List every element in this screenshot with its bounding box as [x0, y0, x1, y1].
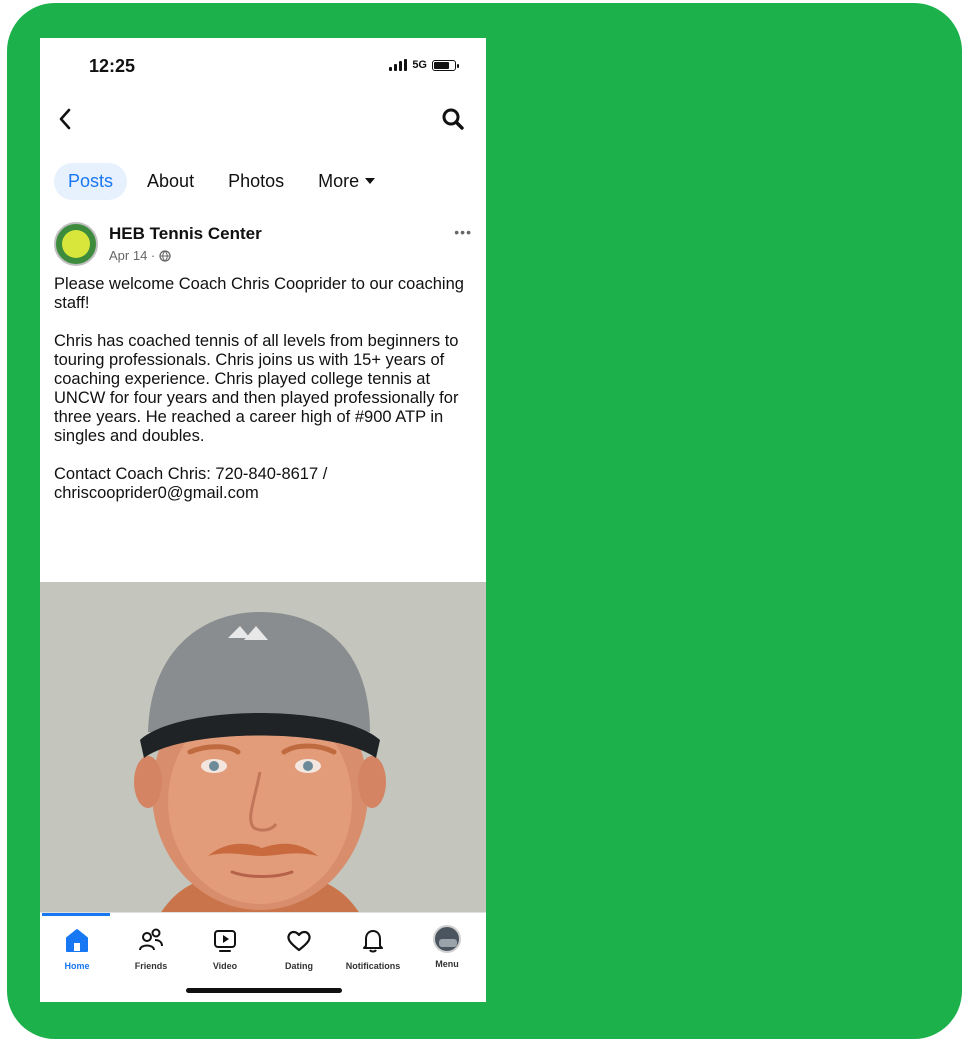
- page-tabs: Posts About Photos More: [54, 162, 395, 200]
- nav-menu[interactable]: Menu: [412, 925, 482, 969]
- home-indicator[interactable]: [186, 988, 342, 993]
- tab-more[interactable]: More: [304, 163, 389, 200]
- signal-icon: [389, 59, 408, 71]
- globe-icon: [159, 249, 171, 262]
- status-bar: 12:25 5G: [40, 38, 486, 90]
- nav-dating[interactable]: Dating: [264, 925, 334, 971]
- post-header: HEB Tennis Center Apr 14 · •••: [54, 222, 474, 268]
- post-paragraph: Contact Coach Chris: 720-840-8617 / chri…: [54, 465, 328, 502]
- phone-screen: 12:25 5G Posts About Photos More HEB Ten…: [40, 38, 486, 1002]
- network-type: 5G: [412, 59, 427, 71]
- coach-photo-illustration: [40, 582, 486, 914]
- bottom-nav-bar: Home Friends Video Dating Notifications …: [40, 912, 486, 1002]
- post-date[interactable]: Apr 14 ·: [109, 248, 155, 263]
- bell-icon: [363, 930, 383, 953]
- battery-icon: [432, 59, 459, 71]
- heart-icon: [287, 930, 311, 952]
- status-time: 12:25: [89, 56, 136, 76]
- nav-home[interactable]: Home: [42, 925, 112, 971]
- nav-notifications[interactable]: Notifications: [338, 925, 408, 971]
- nav-friends[interactable]: Friends: [116, 925, 186, 971]
- home-icon: [66, 929, 88, 952]
- post-paragraph: Chris has coached tennis of all levels f…: [54, 332, 459, 445]
- active-tab-indicator: [42, 913, 110, 916]
- top-nav: [40, 100, 486, 140]
- video-icon: [214, 930, 236, 952]
- search-icon: [442, 108, 464, 130]
- nav-video[interactable]: Video: [190, 925, 260, 971]
- status-indicators: 5G: [389, 59, 459, 71]
- back-button[interactable]: [58, 104, 80, 134]
- post-body: Please welcome Coach Chris Cooprider to …: [54, 275, 474, 522]
- menu-avatar-icon: [433, 925, 461, 953]
- tab-photos[interactable]: Photos: [214, 163, 298, 200]
- tab-about[interactable]: About: [133, 163, 208, 200]
- search-button[interactable]: [440, 106, 466, 132]
- chevron-left-icon: [59, 108, 71, 130]
- caret-down-icon: [365, 178, 376, 184]
- post-meta: Apr 14 ·: [109, 248, 171, 263]
- post-photo[interactable]: [40, 582, 486, 914]
- friends-icon: [139, 928, 163, 951]
- page-name[interactable]: HEB Tennis Center: [109, 224, 262, 244]
- post-paragraph: Please welcome Coach Chris Cooprider to …: [54, 275, 464, 312]
- page-avatar[interactable]: [54, 222, 98, 266]
- more-options-icon[interactable]: •••: [454, 224, 472, 240]
- tab-posts[interactable]: Posts: [54, 162, 128, 200]
